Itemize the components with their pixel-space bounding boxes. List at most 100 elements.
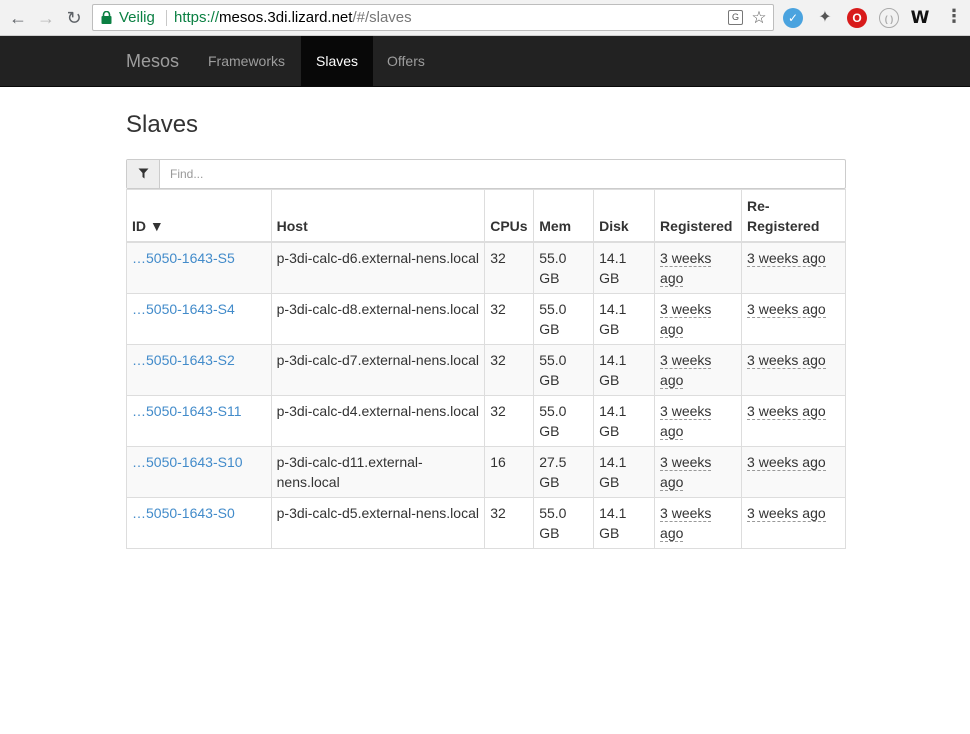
slave-id-link[interactable]: …5050-1643-S0 bbox=[132, 505, 235, 521]
table-row: …5050-1643-S11 p-3di-calc-d4.external-ne… bbox=[126, 394, 846, 447]
brand-logo[interactable]: Mesos bbox=[126, 36, 179, 86]
cell-host: p-3di-calc-d7.external-nens.local bbox=[270, 343, 486, 396]
cell-id: …5050-1643-S5 bbox=[126, 241, 272, 294]
slave-id-link[interactable]: …5050-1643-S4 bbox=[132, 301, 235, 317]
cell-host: p-3di-calc-d8.external-nens.local bbox=[270, 292, 486, 345]
reregistered-time: 3 weeks ago bbox=[747, 402, 826, 420]
cell-mem: 55.0 GB bbox=[533, 292, 595, 345]
main-content: Slaves ID ▼ Host CPUs Mem Disk Registere… bbox=[126, 87, 846, 549]
header-reregistered[interactable]: Re-Registered bbox=[741, 189, 846, 243]
reregistered-time: 3 weeks ago bbox=[747, 300, 826, 318]
extension-w-icon[interactable]: W bbox=[910, 8, 930, 28]
cell-mem: 55.0 GB bbox=[533, 496, 595, 549]
cell-cpus: 16 bbox=[484, 445, 535, 498]
table-row: …5050-1643-S5 p-3di-calc-d6.external-nen… bbox=[126, 241, 846, 294]
cell-registered: 3 weeks ago bbox=[654, 496, 743, 549]
registered-time: 3 weeks ago bbox=[660, 402, 712, 440]
translate-icon[interactable]: G bbox=[728, 10, 743, 25]
cell-cpus: 32 bbox=[484, 343, 535, 396]
slave-id-link[interactable]: …5050-1643-S5 bbox=[132, 250, 235, 266]
cell-reregistered: 3 weeks ago bbox=[741, 241, 846, 294]
menu-kebab-icon[interactable]: ⋮ bbox=[944, 7, 964, 28]
address-separator bbox=[166, 10, 167, 26]
extension-circle-icon[interactable]: ( ) bbox=[879, 8, 899, 28]
slave-id-link[interactable]: …5050-1643-S2 bbox=[132, 352, 235, 368]
cell-cpus: 32 bbox=[484, 292, 535, 345]
slave-id-link[interactable]: …5050-1643-S11 bbox=[132, 403, 241, 419]
cell-host: p-3di-calc-d4.external-nens.local bbox=[270, 394, 486, 447]
reregistered-time: 3 weeks ago bbox=[747, 453, 826, 471]
cell-mem: 55.0 GB bbox=[533, 343, 595, 396]
header-disk[interactable]: Disk bbox=[593, 189, 656, 243]
cell-reregistered: 3 weeks ago bbox=[741, 292, 846, 345]
table-row: …5050-1643-S4 p-3di-calc-d8.external-nen… bbox=[126, 292, 846, 345]
cell-disk: 14.1 GB bbox=[593, 241, 656, 294]
cell-reregistered: 3 weeks ago bbox=[741, 496, 846, 549]
cell-id: …5050-1643-S4 bbox=[126, 292, 272, 345]
registered-time: 3 weeks ago bbox=[660, 351, 712, 389]
top-navbar: Mesos Frameworks Slaves Offers bbox=[0, 36, 970, 87]
cell-registered: 3 weeks ago bbox=[654, 343, 743, 396]
cell-id: …5050-1643-S10 bbox=[126, 445, 272, 498]
table-row: …5050-1643-S0 p-3di-calc-d5.external-nen… bbox=[126, 496, 846, 549]
reregistered-time: 3 weeks ago bbox=[747, 504, 826, 522]
address-bar[interactable]: Veilig https://mesos.3di.lizard.net/#/sl… bbox=[92, 4, 774, 31]
cell-mem: 55.0 GB bbox=[533, 394, 595, 447]
table-header-row: ID ▼ Host CPUs Mem Disk Registered Re-Re… bbox=[126, 189, 846, 243]
cell-cpus: 32 bbox=[484, 394, 535, 447]
cell-disk: 14.1 GB bbox=[593, 292, 656, 345]
header-cpus[interactable]: CPUs bbox=[484, 189, 535, 243]
registered-time: 3 weeks ago bbox=[660, 504, 712, 542]
slaves-table: ID ▼ Host CPUs Mem Disk Registered Re-Re… bbox=[126, 189, 846, 549]
filter-funnel-icon bbox=[138, 168, 148, 179]
reload-icon[interactable]: ↻ bbox=[63, 7, 85, 29]
secure-label: Veilig bbox=[119, 9, 155, 26]
header-host[interactable]: Host bbox=[270, 189, 486, 243]
cell-mem: 27.5 GB bbox=[533, 445, 595, 498]
cell-registered: 3 weeks ago bbox=[654, 394, 743, 447]
registered-time: 3 weeks ago bbox=[660, 453, 712, 491]
cell-mem: 55.0 GB bbox=[533, 241, 595, 294]
nav-slaves[interactable]: Slaves bbox=[301, 36, 374, 86]
nav-frameworks[interactable]: Frameworks bbox=[193, 36, 300, 86]
slave-id-link[interactable]: …5050-1643-S10 bbox=[132, 454, 243, 470]
url-path: /#/slaves bbox=[352, 9, 412, 26]
cell-host: p-3di-calc-d5.external-nens.local bbox=[270, 496, 486, 549]
cell-cpus: 32 bbox=[484, 496, 535, 549]
registered-time: 3 weeks ago bbox=[660, 300, 712, 338]
url-host: mesos.3di.lizard.net bbox=[219, 9, 353, 26]
cell-host: p-3di-calc-d6.external-nens.local bbox=[270, 241, 486, 294]
extension-opera-icon[interactable]: O bbox=[847, 8, 867, 28]
header-id[interactable]: ID ▼ bbox=[126, 189, 272, 243]
registered-time: 3 weeks ago bbox=[660, 249, 712, 287]
filter-button[interactable] bbox=[127, 160, 160, 188]
filter-bar bbox=[126, 159, 846, 189]
cell-id: …5050-1643-S0 bbox=[126, 496, 272, 549]
table-row: …5050-1643-S2 p-3di-calc-d7.external-nen… bbox=[126, 343, 846, 396]
back-arrow-icon[interactable]: ← bbox=[7, 7, 29, 29]
url-text[interactable]: https://mesos.3di.lizard.net/#/slaves bbox=[174, 5, 412, 30]
nav-offers[interactable]: Offers bbox=[372, 36, 440, 86]
cell-disk: 14.1 GB bbox=[593, 496, 656, 549]
cell-id: …5050-1643-S11 bbox=[126, 394, 272, 447]
header-registered[interactable]: Registered bbox=[654, 189, 743, 243]
forward-arrow-icon[interactable]: → bbox=[35, 7, 57, 29]
cell-registered: 3 weeks ago bbox=[654, 241, 743, 294]
cell-reregistered: 3 weeks ago bbox=[741, 394, 846, 447]
reregistered-time: 3 weeks ago bbox=[747, 249, 826, 267]
cell-id: …5050-1643-S2 bbox=[126, 343, 272, 396]
extension-bird-icon[interactable]: ✓ bbox=[783, 8, 803, 28]
cell-disk: 14.1 GB bbox=[593, 445, 656, 498]
cell-registered: 3 weeks ago bbox=[654, 445, 743, 498]
cell-reregistered: 3 weeks ago bbox=[741, 343, 846, 396]
cell-registered: 3 weeks ago bbox=[654, 292, 743, 345]
extension-pin-icon[interactable]: ✦ bbox=[815, 8, 835, 28]
filter-input[interactable] bbox=[161, 160, 841, 188]
page-title: Slaves bbox=[126, 111, 199, 138]
bookmark-star-icon[interactable]: ☆ bbox=[750, 9, 768, 27]
cell-reregistered: 3 weeks ago bbox=[741, 445, 846, 498]
reregistered-time: 3 weeks ago bbox=[747, 351, 826, 369]
header-mem[interactable]: Mem bbox=[533, 189, 595, 243]
table-row: …5050-1643-S10 p-3di-calc-d11.external-n… bbox=[126, 445, 846, 498]
lock-icon bbox=[101, 11, 112, 24]
